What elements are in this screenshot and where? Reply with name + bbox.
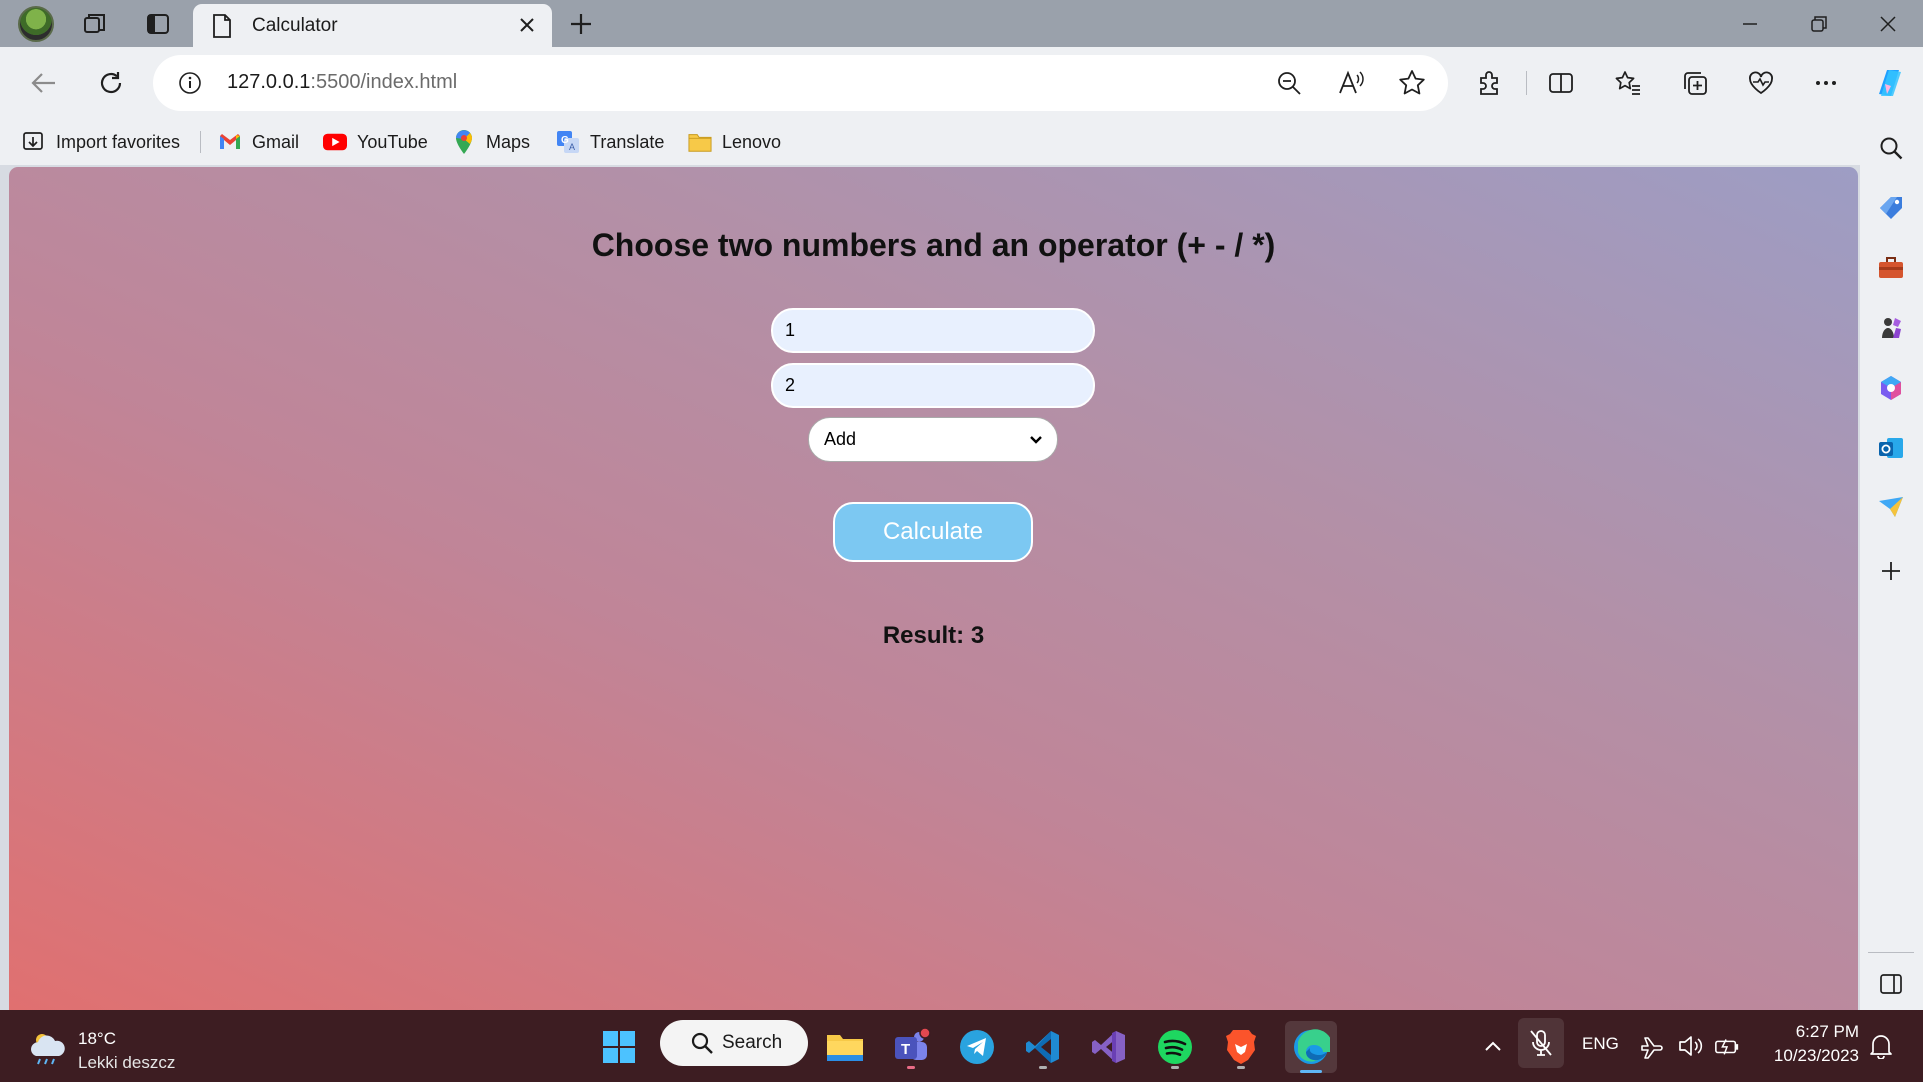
telegram-icon[interactable] — [955, 1025, 999, 1069]
svg-text:A: A — [569, 142, 575, 152]
address-bar[interactable]: 127.0.0.1:5500/index.html — [153, 55, 1448, 111]
collections-icon[interactable] — [1677, 65, 1713, 101]
number-1-input[interactable] — [771, 308, 1095, 353]
svg-text:T: T — [901, 1041, 910, 1058]
gmail-icon — [218, 130, 242, 154]
mic-muted-icon[interactable] — [1518, 1018, 1564, 1068]
windows-taskbar: 18°C Lekki deszcz T ENG 6:27 PM 10/23/20… — [0, 1010, 1923, 1082]
clock-date[interactable]: 10/23/2023 — [1763, 1046, 1859, 1066]
result-text: Result: 3 — [882, 622, 985, 649]
vscode-icon[interactable] — [1021, 1025, 1065, 1069]
running-indicator — [907, 1066, 915, 1069]
language-indicator[interactable]: ENG — [1582, 1034, 1619, 1054]
sidebar-hide-icon[interactable] — [1874, 967, 1908, 1001]
browser-window: Calculator 127.0.0.1:5500/index.html Imp… — [0, 0, 1923, 1082]
fav-youtube[interactable]: YouTube — [323, 128, 428, 156]
running-indicator — [1039, 1066, 1047, 1069]
volume-icon[interactable] — [1677, 1033, 1703, 1059]
favorites-icon[interactable] — [1610, 65, 1646, 101]
extensions-icon[interactable] — [1472, 65, 1508, 101]
weather-widget[interactable]: 18°C Lekki deszcz — [28, 1026, 248, 1072]
search-label: Search — [722, 1032, 783, 1053]
favorites-divider — [200, 131, 201, 153]
minimize-icon[interactable] — [1730, 8, 1770, 40]
new-tab-icon[interactable] — [565, 8, 597, 40]
page-heading: Choose two numbers and an operator (+ - … — [591, 227, 1276, 263]
page-viewport: Choose two numbers and an operator (+ - … — [9, 167, 1858, 1010]
favorites-bar: Import favorites Gmail YouTube Maps GA T — [0, 119, 1860, 165]
spotify-icon[interactable] — [1153, 1025, 1197, 1069]
sidebar-tools-icon[interactable] — [1874, 251, 1908, 285]
svg-text:G: G — [561, 135, 569, 146]
sidebar-games-icon[interactable] — [1874, 311, 1908, 345]
running-indicator — [1237, 1066, 1245, 1069]
folder-icon — [688, 130, 712, 154]
sidebar-drop-icon[interactable] — [1874, 491, 1908, 525]
youtube-icon — [323, 130, 347, 154]
airplane-mode-icon[interactable] — [1640, 1033, 1666, 1059]
close-window-icon[interactable] — [1868, 8, 1908, 40]
active-indicator — [1300, 1070, 1322, 1073]
read-aloud-icon[interactable] — [1337, 69, 1365, 97]
edge-icon[interactable] — [1285, 1021, 1337, 1073]
sidebar-divider — [1868, 952, 1914, 953]
maps-icon — [452, 130, 476, 154]
fav-gmail[interactable]: Gmail — [218, 128, 299, 156]
number-2-input[interactable] — [771, 363, 1095, 408]
calculate-button[interactable]: Calculate — [833, 502, 1033, 562]
sidebar-microsoft365-icon[interactable] — [1874, 371, 1908, 405]
split-screen-icon[interactable] — [1543, 65, 1579, 101]
teams-icon[interactable]: T — [889, 1025, 933, 1069]
site-info-icon[interactable] — [178, 71, 202, 95]
fav-maps[interactable]: Maps — [452, 128, 530, 156]
visual-studio-icon[interactable] — [1087, 1025, 1131, 1069]
toolbar-divider — [1526, 71, 1527, 95]
file-explorer-icon[interactable] — [823, 1025, 867, 1069]
edge-sidebar — [1860, 119, 1923, 1010]
fav-import-favorites[interactable]: Import favorites — [22, 128, 180, 156]
tab-calculator[interactable]: Calculator — [193, 4, 552, 47]
brave-icon[interactable] — [1219, 1025, 1263, 1069]
sidebar-add-icon[interactable] — [1874, 554, 1908, 588]
document-icon — [213, 13, 231, 38]
taskbar-search[interactable]: Search — [660, 1020, 808, 1066]
chevron-down-icon — [1030, 436, 1042, 444]
sidebar-shopping-icon[interactable] — [1874, 191, 1908, 225]
fav-translate[interactable]: GA Translate — [556, 128, 664, 156]
clock-time[interactable]: 6:27 PM — [1793, 1022, 1859, 1042]
refresh-icon[interactable] — [93, 65, 129, 101]
search-icon — [691, 1032, 713, 1054]
show-hidden-icons-icon[interactable] — [1480, 1033, 1506, 1059]
browser-essentials-icon[interactable] — [1743, 65, 1779, 101]
favorite-star-icon[interactable] — [1398, 69, 1426, 97]
back-icon[interactable] — [26, 65, 62, 101]
tab-actions-icon[interactable] — [143, 9, 173, 39]
notifications-bell-icon[interactable] — [1868, 1033, 1894, 1059]
battery-icon[interactable] — [1714, 1033, 1740, 1059]
copilot-icon[interactable] — [1870, 63, 1910, 103]
restore-icon[interactable] — [1799, 8, 1839, 40]
sidebar-search-icon[interactable] — [1874, 131, 1908, 165]
translate-icon: GA — [556, 130, 580, 154]
more-options-icon[interactable] — [1808, 65, 1844, 101]
browser-toolbar: 127.0.0.1:5500/index.html — [0, 47, 1923, 119]
weather-description: Lekki deszcz — [78, 1053, 176, 1072]
url-text[interactable]: 127.0.0.1:5500/index.html — [227, 71, 457, 94]
workspaces-icon[interactable] — [80, 9, 110, 39]
running-indicator — [1171, 1066, 1179, 1069]
rain-cloud-icon — [31, 1034, 65, 1065]
tab-title: Calculator — [252, 14, 338, 36]
fav-lenovo[interactable]: Lenovo — [688, 128, 781, 156]
tab-strip: Calculator — [0, 0, 1923, 47]
close-tab-icon[interactable] — [516, 14, 538, 36]
operator-select[interactable]: Add — [808, 417, 1058, 462]
profile-avatar[interactable] — [18, 6, 54, 42]
sidebar-outlook-icon[interactable] — [1874, 431, 1908, 465]
operator-selected-value: Add — [824, 429, 857, 449]
zoom-out-icon[interactable] — [1275, 69, 1303, 97]
import-favorites-icon — [22, 130, 46, 154]
weather-temperature: 18°C — [78, 1029, 116, 1048]
start-button[interactable] — [597, 1025, 641, 1069]
